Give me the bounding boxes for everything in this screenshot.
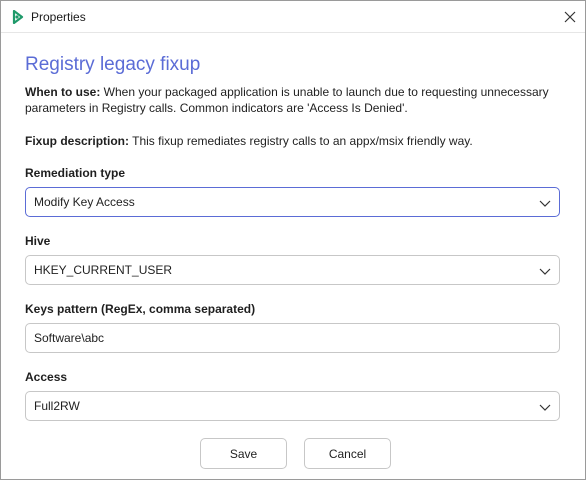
save-button[interactable]: Save xyxy=(200,438,287,469)
chevron-down-icon xyxy=(539,268,551,275)
when-to-use-body: When your packaged application is unable… xyxy=(25,85,549,115)
access-label: Access xyxy=(25,370,68,384)
keys-pattern-value: Software\abc xyxy=(34,331,105,345)
chevron-down-icon xyxy=(539,404,551,411)
close-icon xyxy=(564,11,576,22)
hive-value: HKEY_CURRENT_USER xyxy=(34,263,173,277)
keys-pattern-label: Keys pattern (RegEx, comma separated) xyxy=(25,302,256,316)
fixup-description-body: This fixup remediates registry calls to … xyxy=(129,134,473,148)
access-value: Full2RW xyxy=(34,399,80,413)
cancel-button[interactable]: Cancel xyxy=(304,438,391,469)
page-title: Registry legacy fixup xyxy=(25,54,201,75)
chevron-down-icon xyxy=(539,200,551,207)
when-to-use-text: When to use: When your packaged applicat… xyxy=(25,84,555,116)
hive-dropdown[interactable]: HKEY_CURRENT_USER xyxy=(25,255,560,285)
access-dropdown[interactable]: Full2RW xyxy=(25,391,560,421)
dialog-content: Registry legacy fixup When to use: When … xyxy=(1,53,585,469)
close-button[interactable] xyxy=(555,1,585,32)
remediation-type-label: Remediation type xyxy=(25,166,126,180)
fixup-description-label: Fixup description: xyxy=(25,134,130,148)
dialog-buttons: Save Cancel xyxy=(30,438,561,469)
properties-window: Properties Registry legacy fixup When to… xyxy=(0,0,586,480)
remediation-type-value: Modify Key Access xyxy=(34,195,135,209)
remediation-type-dropdown[interactable]: Modify Key Access xyxy=(25,187,560,217)
hive-label: Hive xyxy=(25,234,51,248)
window-title: Properties xyxy=(31,9,86,24)
title-bar: Properties xyxy=(1,1,585,33)
when-to-use-label: When to use: xyxy=(25,85,101,99)
keys-pattern-input[interactable]: Software\abc xyxy=(25,323,560,353)
fixup-description-text: Fixup description: This fixup remediates… xyxy=(25,133,561,149)
app-logo-icon xyxy=(11,9,25,24)
